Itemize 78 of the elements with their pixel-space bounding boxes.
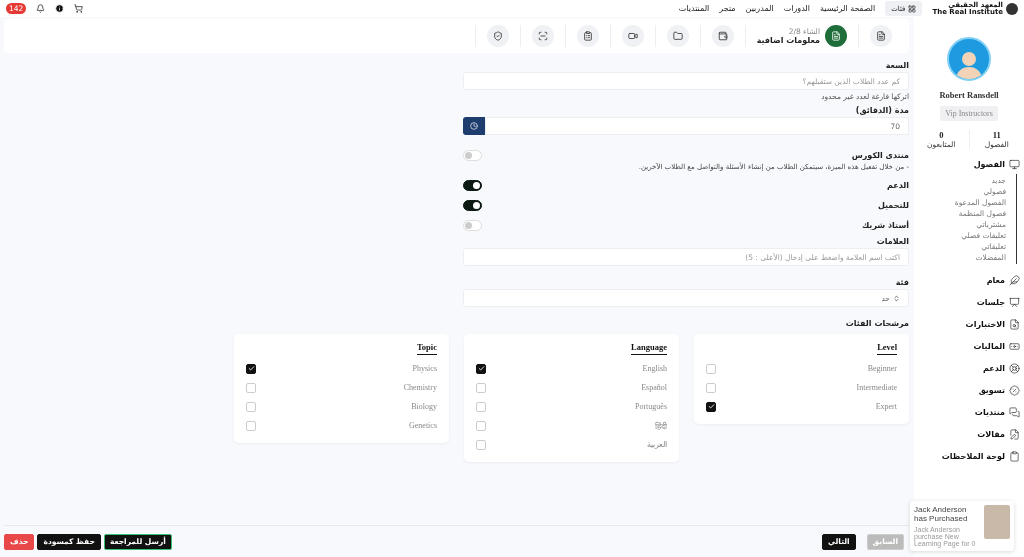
feather-icon [1009,275,1020,286]
menu-item[interactable]: تسويق [914,385,1020,396]
option-label: Expert [875,402,897,411]
option-label: हिंदी [655,420,667,431]
menu-item[interactable]: منتديات [914,407,1020,418]
toggle-label: الدعم [886,181,909,190]
stat-value: 0 [939,130,944,140]
checkbox[interactable] [246,363,256,374]
section-label: مرشحات الفئات [844,319,909,328]
clock-button[interactable] [463,117,485,135]
toggle-label: أستاذ شريك [861,221,909,230]
option-label: Español [641,383,667,392]
menu-item[interactable]: لوحة الملاحظات [914,451,1020,462]
nav-link[interactable]: المنتديات [678,4,710,13]
stat-value: 11 [992,130,1001,140]
toggle-switch[interactable] [463,200,482,211]
badge-icon [1009,385,1020,396]
avatar [947,37,991,81]
photo-placeholder [984,505,1010,539]
banknote-icon [1009,341,1020,352]
menu-item[interactable]: مقالات [914,429,1020,440]
filter-title: Level [877,342,897,355]
checkbox[interactable] [476,363,486,374]
menu-item[interactable]: معام [914,275,1020,286]
list-icon[interactable] [576,25,599,47]
toggle-label: للتحميل [877,201,909,210]
toggle-label: منتدى الكورس [851,151,909,160]
chat-icon [1009,407,1020,418]
option-label: Genetics [409,421,437,430]
option-label: Intermediate [856,383,897,392]
sort-arrows-icon [893,294,900,302]
cart-icon[interactable] [74,4,84,13]
menu-item[interactable]: جلسات [914,297,1020,308]
field-label: فئة [894,278,909,287]
menu-item[interactable]: الفصول [914,159,1020,170]
option-label: Physics [412,364,437,373]
document-icon[interactable] [870,25,892,47]
option-label: Beginner [867,364,897,373]
menu-item[interactable]: الماليات [914,341,1020,352]
grid-icon [908,4,917,13]
lifebuoy-icon [1009,363,1020,374]
shield-icon[interactable] [486,25,509,47]
role-badge: Vip Instructors [940,106,998,121]
nav-link[interactable]: المدربين [745,4,774,13]
option-label: Biology [411,402,437,411]
field-label: العلامات [875,237,909,246]
file-edit-icon [1009,429,1020,440]
option-label: Chemistry [403,383,437,392]
file-search-icon [1009,319,1020,330]
checkbox[interactable] [706,401,716,412]
toast-title: Jack Anderson has Purchased [914,505,969,523]
step-active-icon[interactable] [825,25,847,47]
scan-icon[interactable] [531,25,554,47]
info-icon[interactable] [55,4,65,13]
step-title: معلومات اضافية [756,36,820,45]
option-label: Português [635,402,667,411]
logo-icon [1006,2,1018,15]
filter-title: Language [631,342,667,355]
instructor-name: Robert Ransdell [939,90,999,100]
menu-item[interactable]: الاختبارات [914,319,1020,330]
video-icon[interactable] [621,25,644,47]
toggle-switch[interactable] [463,180,482,191]
presentation-icon [1009,297,1020,308]
nav-link[interactable]: الصفحة الرئيسية [820,4,876,13]
monitor-icon [1009,159,1020,170]
option-label: English [642,364,667,373]
filter-title: Topic [417,342,437,355]
nav-link[interactable]: متجر [719,4,736,13]
option-label: العربية [647,440,667,449]
field-label: السعة [884,61,909,70]
menu-item[interactable]: الدعم [914,363,1020,374]
bell-icon[interactable] [36,4,46,13]
clipboard-icon [1009,451,1020,462]
field-label: مدة (الدقائق) [854,106,909,115]
folder-icon[interactable] [666,25,689,47]
nav-link[interactable]: الدورات [783,4,811,13]
wallet-icon[interactable] [711,25,734,47]
clock-icon [469,122,478,130]
